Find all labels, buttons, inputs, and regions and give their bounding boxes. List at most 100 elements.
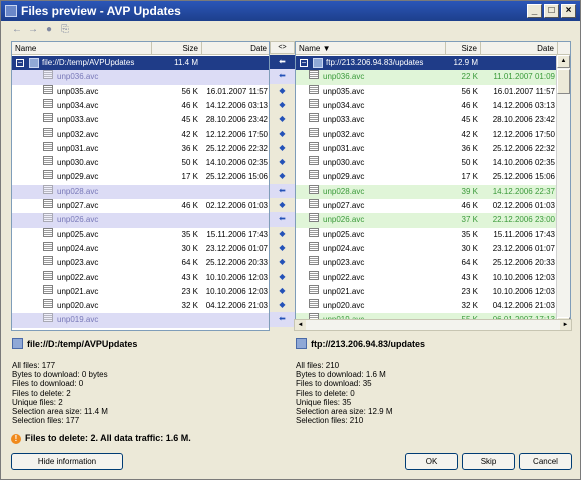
- cancel-button[interactable]: Cancel: [519, 453, 572, 470]
- stat-line: Selection area size: 11.4 M: [12, 407, 108, 417]
- horizontal-scrollbar[interactable]: ◄ ►: [294, 319, 572, 331]
- file-row[interactable]: unp022.avc 43 K 10.10.2006 12:03: [296, 270, 570, 285]
- remote-file-list[interactable]: Name ▼ Size Date − ftp://213.206.94.83/up…: [295, 41, 571, 331]
- file-name: unp024.avc: [323, 243, 365, 253]
- file-size: 46 K: [461, 100, 478, 110]
- file-row[interactable]: unp031.avc 36 K 25.12.2006 22:32: [12, 141, 269, 156]
- sync-dot-icon[interactable]: ◆: [270, 298, 295, 312]
- scroll-thumb[interactable]: [557, 69, 570, 94]
- tree-root-row[interactable]: − ftp://213.206.94.83/updates 12.9 M: [296, 56, 570, 71]
- arrow-left-icon[interactable]: ⬅: [270, 312, 295, 327]
- file-icon: [43, 313, 53, 323]
- file-icon: [43, 227, 53, 237]
- file-row[interactable]: unp024.avc 30 K 23.12.2006 01:07: [12, 241, 269, 256]
- sync-dot-icon[interactable]: ◆: [270, 84, 295, 98]
- file-row[interactable]: unp028.avc: [12, 184, 269, 199]
- sync-dot-icon[interactable]: ◆: [270, 98, 295, 112]
- file-row[interactable]: unp030.avc 50 K 14.10.2006 02:35: [296, 156, 570, 170]
- left-info-title: file://D:/temp/AVPUpdates: [27, 339, 138, 349]
- file-row[interactable]: unp027.avc 46 K 02.12.2006 01:03: [12, 199, 269, 213]
- file-row[interactable]: unp026.avc: [12, 213, 269, 228]
- file-icon: [309, 284, 319, 294]
- maximize-button[interactable]: □: [544, 4, 559, 18]
- col-date[interactable]: Date: [202, 42, 269, 55]
- file-icon: [43, 299, 53, 309]
- expander-icon[interactable]: −: [16, 59, 24, 67]
- file-row[interactable]: unp035.avc 56 K 16.01.2007 11:57: [12, 84, 269, 99]
- file-row[interactable]: unp032.avc 42 K 12.12.2006 17:50: [12, 127, 269, 142]
- sync-dot-icon[interactable]: ◆: [270, 284, 295, 298]
- arrow-left-icon[interactable]: ⬅: [270, 55, 295, 70]
- file-date: 10.10.2006 12:03: [205, 286, 268, 296]
- file-row[interactable]: unp027.avc 46 K 02.12.2006 01:03: [296, 199, 570, 213]
- file-row[interactable]: unp036.avc: [12, 70, 269, 85]
- file-row[interactable]: unp036.avc 22 K 11.01.2007 01:09: [296, 70, 570, 85]
- file-row[interactable]: unp020.avc 32 K 04.12.2006 21:03: [12, 299, 269, 313]
- minimize-button[interactable]: _: [527, 4, 542, 18]
- local-file-list[interactable]: Name Size Date − file://D:/temp/AVPUpdate…: [11, 41, 270, 331]
- file-name: unp023.avc: [323, 258, 365, 268]
- skip-button[interactable]: Skip: [462, 453, 515, 470]
- scroll-up-button[interactable]: ▲: [557, 55, 570, 68]
- file-row[interactable]: unp035.avc 56 K 16.01.2007 11:57: [296, 84, 570, 99]
- file-row[interactable]: unp030.avc 50 K 14.10.2006 02:35: [12, 156, 269, 170]
- file-row[interactable]: unp021.avc 23 K 10.10.2006 12:03: [12, 284, 269, 299]
- arrow-left-icon[interactable]: ⬅: [270, 212, 295, 227]
- file-row[interactable]: unp032.avc 42 K 12.12.2006 17:50: [296, 127, 570, 142]
- arrow-left-icon[interactable]: ⬅: [270, 69, 295, 84]
- file-row[interactable]: unp033.avc 45 K 28.10.2006 23:42: [12, 113, 269, 127]
- sync-dot-icon[interactable]: ◆: [270, 169, 295, 183]
- file-row[interactable]: unp020.avc 32 K 04.12.2006 21:03: [296, 299, 570, 313]
- sync-dot-icon[interactable]: ◆: [270, 112, 295, 126]
- col-name[interactable]: Name: [12, 42, 152, 55]
- expander-icon[interactable]: −: [300, 59, 308, 67]
- col-size[interactable]: Size: [152, 42, 202, 55]
- file-row[interactable]: unp034.avc 46 K 14.12.2006 03:13: [12, 98, 269, 113]
- sync-dot-icon[interactable]: ◆: [270, 241, 295, 255]
- scroll-right-button[interactable]: ►: [560, 320, 571, 330]
- file-row[interactable]: unp025.avc 35 K 15.11.2006 17:43: [12, 227, 269, 242]
- file-icon: [43, 199, 53, 208]
- file-row[interactable]: unp033.avc 45 K 28.10.2006 23:42: [296, 113, 570, 127]
- sync-dot-icon[interactable]: ◆: [270, 227, 295, 241]
- copy-icon[interactable]: ⎘: [59, 24, 71, 36]
- title-bar: Files preview - AVP Updates _ □ ×: [1, 1, 580, 21]
- file-row[interactable]: unp021.avc 23 K 10.10.2006 12:03: [296, 284, 570, 299]
- ok-button[interactable]: OK: [405, 453, 458, 470]
- hide-information-button[interactable]: Hide information: [11, 453, 123, 470]
- file-row[interactable]: unp034.avc 46 K 14.12.2006 03:13: [296, 98, 570, 113]
- close-button[interactable]: ×: [561, 4, 576, 18]
- forward-icon[interactable]: →: [27, 24, 39, 36]
- col-date-remote[interactable]: Date: [481, 42, 558, 55]
- file-row[interactable]: unp022.avc 43 K 10.10.2006 12:03: [12, 270, 269, 285]
- file-row[interactable]: unp026.avc 37 K 22.12.2006 23:00: [296, 213, 570, 228]
- back-icon[interactable]: ←: [11, 24, 23, 36]
- arrow-left-icon[interactable]: ⬅: [270, 183, 295, 198]
- file-date: 23.12.2006 01:07: [205, 243, 268, 253]
- tree-root-row[interactable]: − file://D:/temp/AVPUpdates 11.4 M: [12, 56, 269, 71]
- file-date: 25.12.2006 15:06: [492, 172, 555, 182]
- sync-dot-icon[interactable]: ◆: [270, 127, 295, 141]
- file-row[interactable]: unp025.avc 35 K 15.11.2006 17:43: [296, 227, 570, 242]
- sync-dot-icon[interactable]: ◆: [270, 141, 295, 155]
- stop-icon[interactable]: ●: [43, 24, 55, 36]
- sync-dot-icon[interactable]: ◆: [270, 270, 295, 284]
- file-size: 32 K: [461, 301, 478, 311]
- file-row[interactable]: unp023.avc 64 K 25.12.2006 20:33: [12, 256, 269, 270]
- file-row[interactable]: unp029.avc 17 K 25.12.2006 15:06: [12, 170, 269, 184]
- col-name-remote[interactable]: Name ▼: [296, 42, 446, 55]
- sync-dot-icon[interactable]: ◆: [270, 255, 295, 269]
- file-row[interactable]: unp024.avc 30 K 23.12.2006 01:07: [296, 241, 570, 256]
- file-row[interactable]: unp028.avc 39 K 14.12.2006 22:37: [296, 184, 570, 199]
- file-row[interactable]: unp019.avc: [12, 313, 269, 328]
- sync-dot-icon[interactable]: ◆: [270, 155, 295, 169]
- file-row[interactable]: unp029.avc 17 K 25.12.2006 15:06: [296, 170, 570, 184]
- col-direction[interactable]: <>: [270, 41, 295, 54]
- scroll-left-button[interactable]: ◄: [295, 320, 306, 330]
- vertical-scrollbar[interactable]: ▲ ▼: [556, 55, 570, 330]
- col-size-remote[interactable]: Size: [446, 42, 481, 55]
- file-icon: [309, 199, 319, 208]
- sync-dot-icon[interactable]: ◆: [270, 198, 295, 212]
- file-row[interactable]: unp031.avc 36 K 25.12.2006 22:32: [296, 141, 570, 156]
- file-row[interactable]: unp023.avc 64 K 25.12.2006 20:33: [296, 256, 570, 270]
